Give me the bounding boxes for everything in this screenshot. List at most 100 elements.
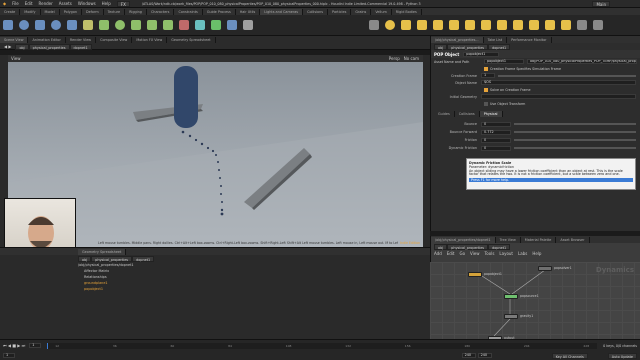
net-menu-view[interactable]: View	[470, 251, 480, 256]
net-menu-help[interactable]: Help	[532, 251, 541, 256]
circle-tool-icon[interactable]	[115, 20, 125, 30]
back-arrow-icon[interactable]: ◀ ▶	[4, 44, 11, 49]
bounce-slider[interactable]	[514, 123, 636, 125]
shelf-tab[interactable]: Polygon	[60, 8, 83, 15]
tab-params[interactable]: /obj/physical_properties...	[431, 36, 484, 43]
friction-field[interactable]: 0	[481, 137, 511, 143]
net-menu-go[interactable]: Go	[460, 251, 466, 256]
menu-render[interactable]: Render	[39, 1, 53, 6]
node-name-field[interactable]: popobject1	[463, 51, 500, 57]
stereo-camera-icon[interactable]	[577, 20, 587, 30]
point-light-icon[interactable]	[385, 20, 395, 30]
tree-path-sub[interactable]: dopnet1	[132, 255, 155, 262]
path-sub[interactable]: dopnet1	[69, 43, 92, 50]
shelf-tab[interactable]: Deform	[82, 8, 104, 15]
path-tool-icon[interactable]	[163, 20, 173, 30]
curve-tool-icon[interactable]	[131, 20, 141, 30]
path-node[interactable]: physical_properties	[28, 43, 70, 50]
desktop-select[interactable]: FX	[116, 0, 130, 7]
spray-paint-tool-icon[interactable]	[179, 20, 189, 30]
tree-path-obj[interactable]: obj	[78, 255, 92, 262]
viewport-camera[interactable]: No cam	[404, 56, 419, 61]
shelf-tab[interactable]: Collisions	[303, 8, 329, 15]
friction-slider[interactable]	[514, 139, 636, 141]
platonic-tool-icon[interactable]	[195, 20, 205, 30]
tree-item[interactable]: popobject1	[78, 286, 430, 292]
tab-motion-fx[interactable]: Motion FX View	[132, 36, 168, 43]
torus-tool-icon[interactable]	[51, 20, 61, 30]
tab-performance[interactable]: Performance Monitor	[507, 36, 552, 43]
draw-curve-tool-icon[interactable]	[147, 20, 157, 30]
tab-geometry-spreadsheet[interactable]: Geometry Spreadsheet	[167, 36, 216, 43]
net-path-sub[interactable]: dopnet1	[488, 243, 511, 250]
subtab-collisions[interactable]: Collisions	[455, 110, 480, 117]
file-tool-icon[interactable]	[243, 20, 253, 30]
menu-edit[interactable]: Edit	[25, 1, 33, 6]
metaball-tool-icon[interactable]	[227, 20, 237, 30]
shelf-tab[interactable]: Guide Process	[203, 8, 236, 15]
tab-network[interactable]: /obj/physical_properties/dopnet1	[431, 236, 496, 243]
shelf-tab[interactable]: Create	[0, 8, 21, 15]
net-path-obj[interactable]: obj	[434, 243, 448, 250]
playhead[interactable]	[47, 342, 49, 349]
subtab-physical[interactable]: Physical	[479, 110, 503, 117]
creation-frame-field[interactable]: 1	[481, 73, 495, 78]
creation-frame-slider[interactable]	[498, 74, 636, 77]
shelf-tab[interactable]: Rigging	[125, 8, 147, 15]
shelf-tab[interactable]: Model	[41, 8, 60, 15]
tab-render-view[interactable]: Render View	[66, 36, 97, 43]
tab-composite-view[interactable]: Composite View	[96, 36, 133, 43]
bounce-forward-slider[interactable]	[514, 131, 636, 133]
node-popsource[interactable]	[504, 294, 518, 299]
tube-tool-icon[interactable]	[35, 20, 45, 30]
auto-update-button[interactable]: Auto Update	[607, 352, 637, 359]
shelf-tab[interactable]: Particles	[328, 8, 352, 15]
volume-light-icon[interactable]	[449, 20, 459, 30]
node-gravity[interactable]	[504, 314, 518, 319]
param-path-node[interactable]: physical_properties	[447, 43, 489, 50]
current-frame-field[interactable]: 1	[29, 343, 42, 348]
grid-tool-icon[interactable]	[67, 20, 77, 30]
checkbox-icon[interactable]	[484, 101, 488, 106]
tree-path-node[interactable]: physical_properties	[91, 255, 133, 262]
shelf-tab[interactable]: Vellum	[371, 8, 392, 15]
caustic-light-icon[interactable]	[529, 20, 539, 30]
gi-light-icon[interactable]	[513, 20, 523, 30]
spot-light-icon[interactable]	[401, 20, 411, 30]
tooltip-help[interactable]: Press F1 for more help.	[469, 178, 633, 183]
param-path-sub[interactable]: dopnet1	[488, 43, 511, 50]
key-all-button[interactable]: Key All Channels	[551, 352, 588, 359]
param-path-obj[interactable]: obj	[434, 43, 448, 50]
path-obj[interactable]: obj	[15, 43, 29, 50]
tab-material-palette[interactable]: Material Palette	[521, 236, 557, 243]
global-end-field[interactable]: 240	[477, 353, 492, 358]
network-editor[interactable]: Dynamics popobject1 popsolver1 popsource…	[430, 262, 640, 346]
menu-help[interactable]: Help	[102, 1, 111, 6]
sphere-tool-icon[interactable]	[19, 20, 29, 30]
tab-asset-browser[interactable]: Asset Browser	[556, 236, 590, 243]
line-tool-icon[interactable]	[99, 20, 109, 30]
checkbox-icon[interactable]	[484, 66, 488, 71]
build-select[interactable]: Main	[592, 0, 610, 7]
lsystem-tool-icon[interactable]	[211, 20, 221, 30]
shelf-tab[interactable]: Texture	[104, 8, 126, 15]
play-controls-icon[interactable]: ⏮ ◀ ■ ▶ ⏭	[3, 343, 25, 348]
node-popsolver[interactable]	[538, 266, 552, 271]
shelf-tab[interactable]: Hair Utils	[236, 8, 261, 15]
camera-tool-icon[interactable]	[369, 20, 379, 30]
bounce-field[interactable]: 0	[481, 121, 511, 127]
asset-name-field[interactable]: popobject1	[484, 59, 524, 64]
object-name-field[interactable]: $OS	[481, 80, 636, 85]
dynamic-friction-slider[interactable]	[514, 147, 636, 149]
area-light-icon[interactable]	[417, 20, 427, 30]
sky-light-icon[interactable]	[497, 20, 507, 30]
timeline-track[interactable]: 12 36 60 84 108 132 156 180 204 228	[47, 342, 598, 349]
initial-geometry-field[interactable]	[481, 94, 636, 99]
net-path-node[interactable]: physical_properties	[447, 243, 489, 250]
shelf-tab[interactable]: Grains	[351, 8, 372, 15]
net-menu-labs[interactable]: Labs	[518, 251, 527, 256]
tab-tree-view[interactable]: Tree View	[496, 236, 521, 243]
end-frame-field[interactable]: 240	[461, 353, 476, 358]
vr-camera-icon[interactable]	[593, 20, 603, 30]
net-menu-add[interactable]: Add	[434, 251, 442, 256]
